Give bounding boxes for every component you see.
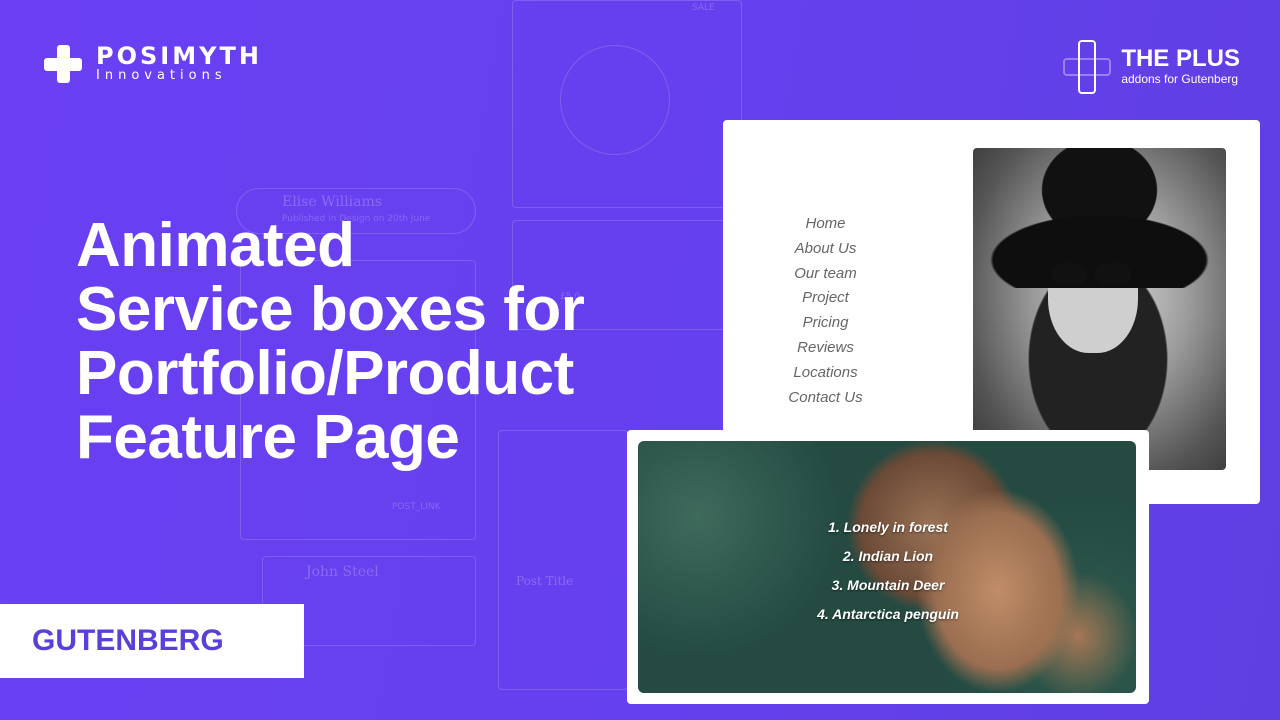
menu-item-our-team[interactable]: Our team bbox=[723, 262, 928, 287]
wireframe-post-title: Post Title bbox=[516, 574, 574, 588]
sunglasses-shape bbox=[1051, 263, 1087, 285]
menu-item-locations[interactable]: Locations bbox=[723, 361, 928, 386]
product-name: THE PLUS bbox=[1121, 45, 1240, 72]
menu-item-project[interactable]: Project bbox=[723, 286, 928, 311]
the-plus-logo-icon bbox=[1063, 40, 1112, 94]
headline-line: Feature Page bbox=[76, 403, 460, 472]
service-list: 1. Lonely in forest 2. Indian Lion 3. Mo… bbox=[768, 513, 1008, 629]
headline-line: Animated bbox=[76, 211, 355, 280]
wireframe-post-link: POST_LINK bbox=[392, 502, 441, 512]
plus-logo-icon bbox=[44, 45, 82, 83]
lioness-shape bbox=[1018, 571, 1136, 693]
headline-line: Service boxes for bbox=[76, 275, 585, 344]
menu-list: Home About Us Our team Project Pricing R… bbox=[723, 212, 928, 410]
service-item[interactable]: 3. Mountain Deer bbox=[768, 571, 1008, 600]
wireframe-author: Elise Williams bbox=[282, 194, 382, 210]
brand-name: POSIMYTH bbox=[96, 42, 262, 70]
posimyth-logo: POSIMYTH Innovations bbox=[44, 44, 262, 84]
menu-item-pricing[interactable]: Pricing bbox=[723, 311, 928, 336]
sunglasses-shape bbox=[1095, 263, 1131, 285]
service-item[interactable]: 1. Lonely in forest bbox=[768, 513, 1008, 542]
wireframe-circle bbox=[560, 45, 670, 155]
lioness-photo: 1. Lonely in forest 2. Indian Lion 3. Mo… bbox=[638, 441, 1136, 693]
service-item[interactable]: 4. Antarctica penguin bbox=[768, 600, 1008, 629]
menu-item-about-us[interactable]: About Us bbox=[723, 237, 928, 262]
menu-item-home[interactable]: Home bbox=[723, 212, 928, 237]
banner: SALE Elise Williams Published in Design … bbox=[0, 0, 1280, 720]
headline: Animated Service boxes for Portfolio/Pro… bbox=[76, 211, 585, 472]
product-tagline: addons for Gutenberg bbox=[1121, 72, 1239, 86]
image-card: 1. Lonely in forest 2. Indian Lion 3. Mo… bbox=[627, 430, 1149, 704]
headline-line: Portfolio/Product bbox=[76, 339, 574, 408]
service-item[interactable]: 2. Indian Lion bbox=[768, 542, 1008, 571]
menu-item-reviews[interactable]: Reviews bbox=[723, 336, 928, 361]
woman-photo bbox=[973, 148, 1226, 470]
menu-item-contact-us[interactable]: Contact Us bbox=[723, 386, 928, 411]
wireframe-sale: SALE bbox=[692, 3, 715, 13]
the-plus-logo: THE PLUS addons for Gutenberg bbox=[1063, 40, 1240, 94]
gutenberg-badge: GUTENBERG bbox=[0, 604, 304, 678]
wireframe-author2: John Steel bbox=[306, 564, 379, 580]
brand-tagline: Innovations bbox=[96, 68, 227, 83]
